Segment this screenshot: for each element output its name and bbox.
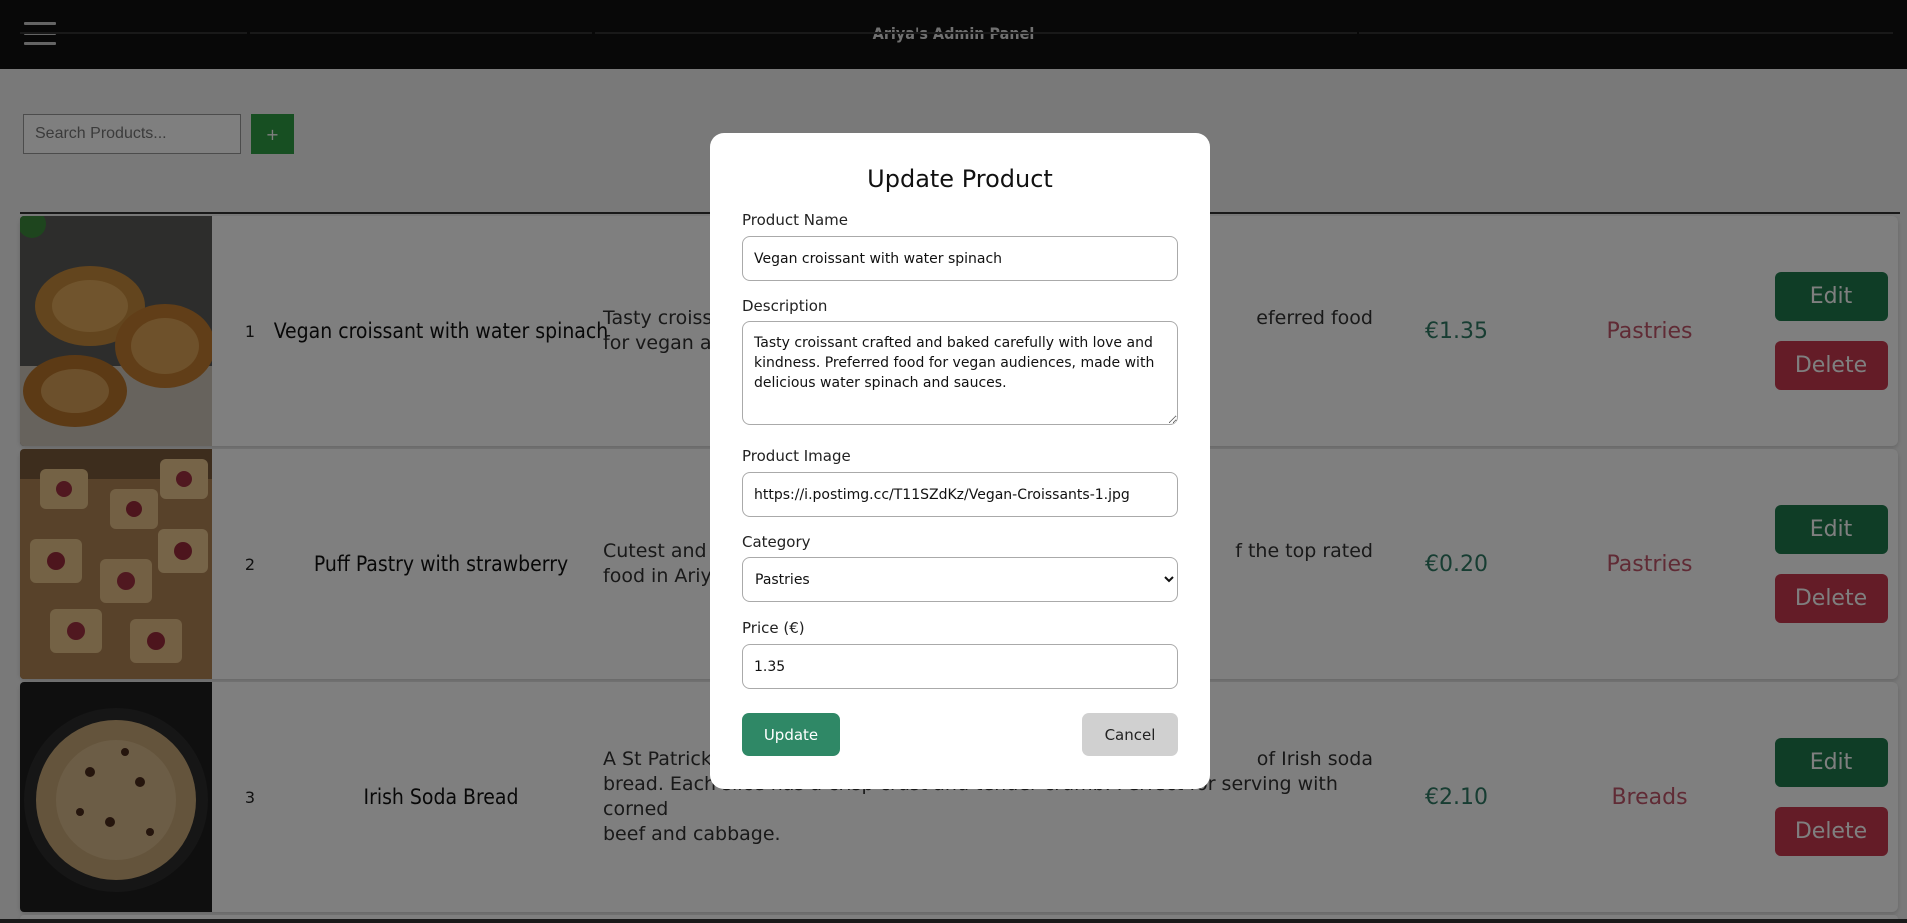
product-name-label: Product Name: [742, 211, 848, 229]
price-field[interactable]: [742, 644, 1178, 689]
price-label: Price (€): [742, 619, 805, 637]
update-product-modal: Update Product Product Name Description …: [710, 133, 1210, 789]
category-label: Category: [742, 533, 811, 551]
description-field[interactable]: Tasty croissant crafted and baked carefu…: [742, 321, 1178, 425]
category-select[interactable]: Pastries: [742, 557, 1178, 602]
product-name-field[interactable]: [742, 236, 1178, 281]
product-image-label: Product Image: [742, 447, 851, 465]
cancel-button[interactable]: Cancel: [1082, 713, 1178, 756]
update-button[interactable]: Update: [742, 713, 840, 756]
description-label: Description: [742, 297, 828, 315]
product-image-field[interactable]: [742, 472, 1178, 517]
modal-title: Update Product: [867, 165, 1053, 193]
